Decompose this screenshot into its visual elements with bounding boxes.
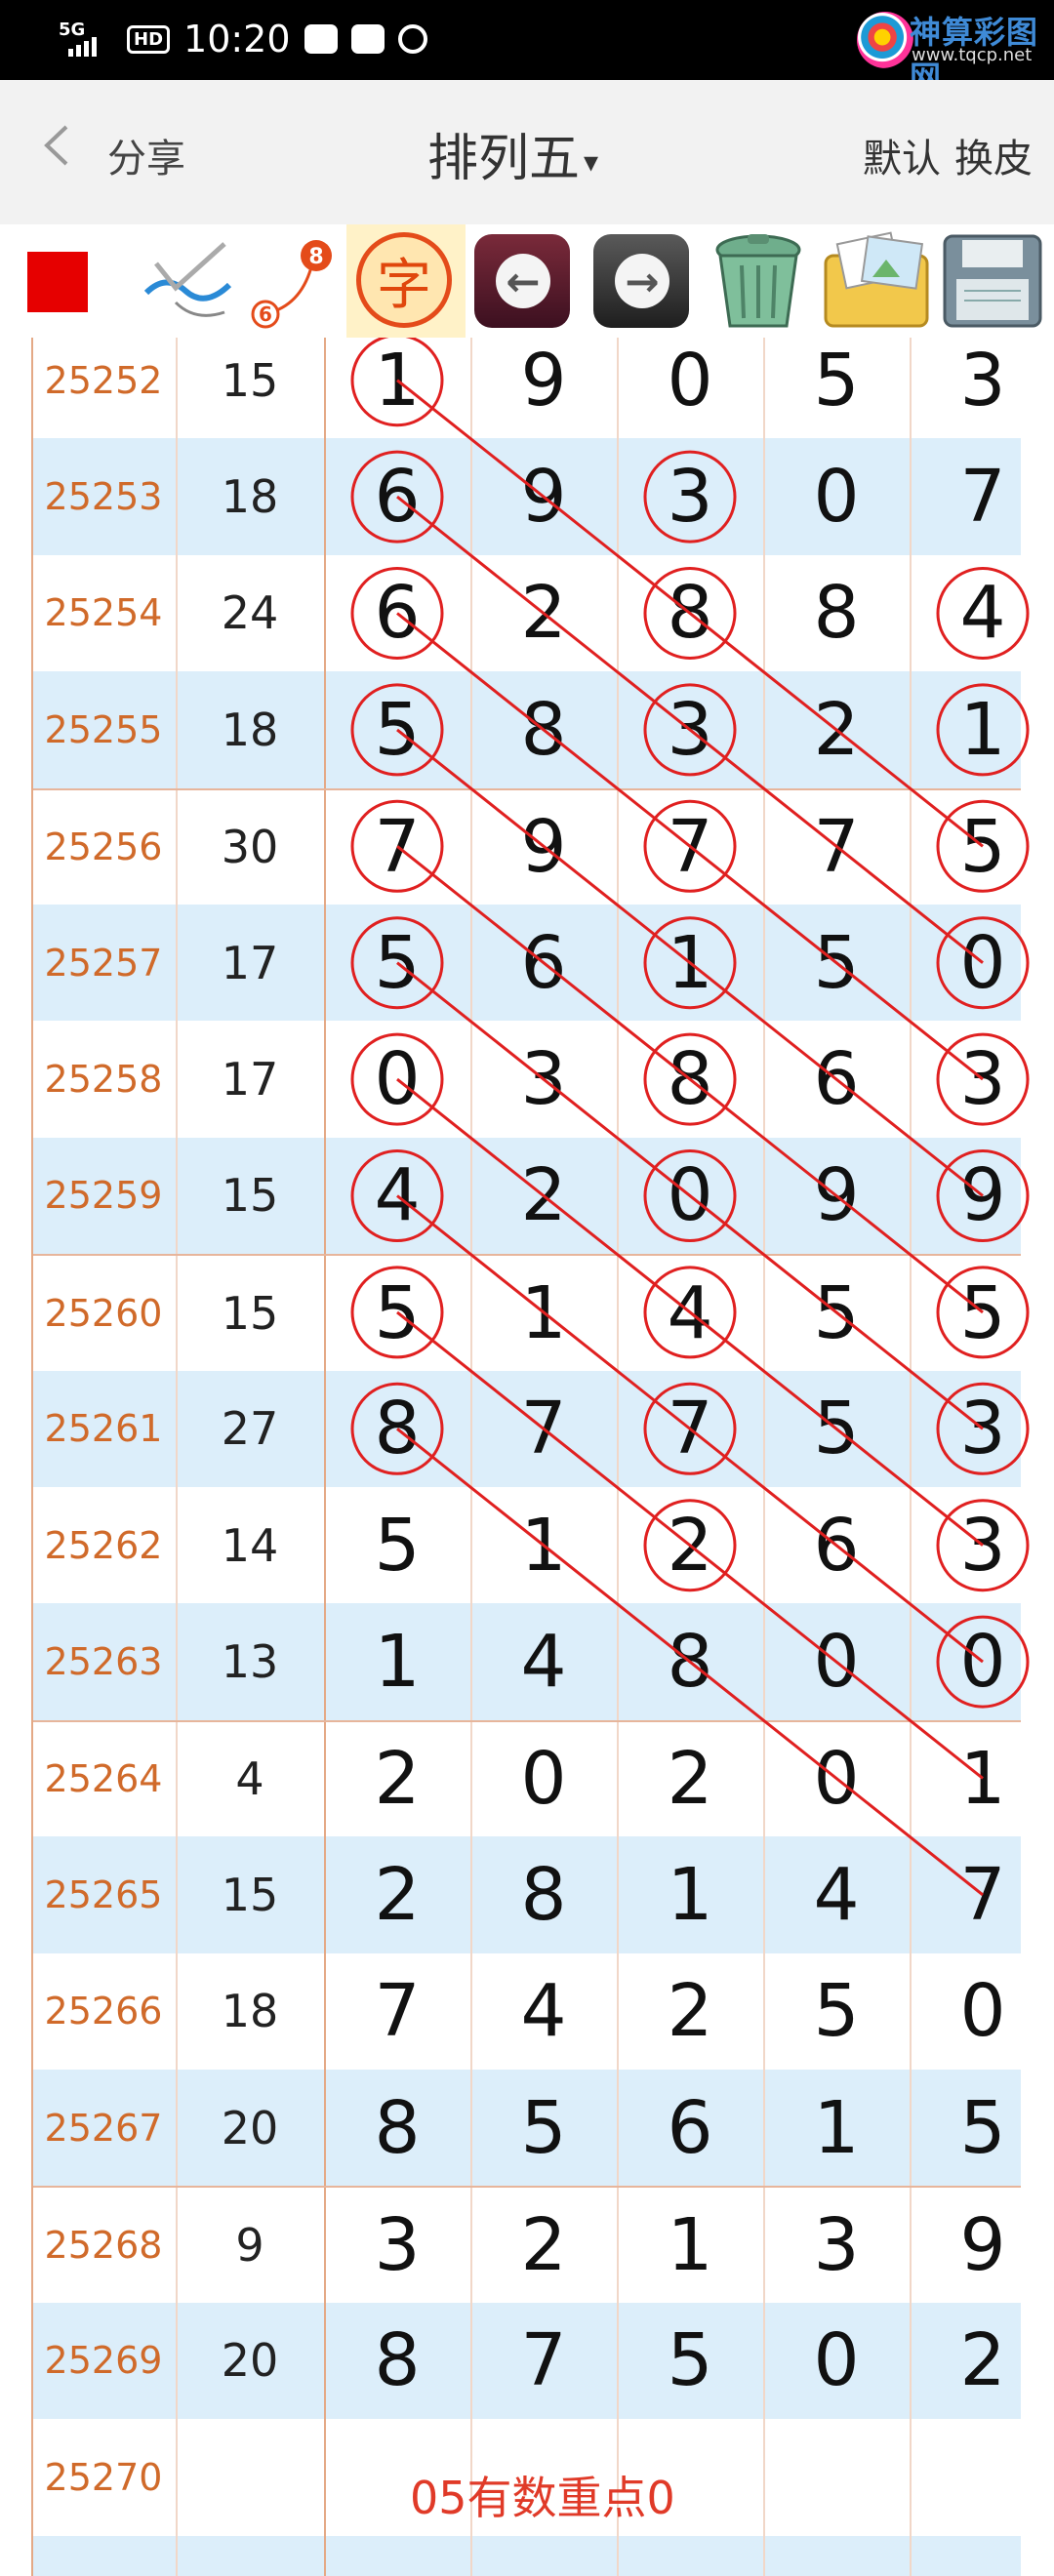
watermark: 神算彩图网 www.tqcp.net — [849, 6, 1044, 96]
zi-icon: 字 — [356, 232, 452, 328]
circle-mark — [643, 450, 737, 543]
mail-icon — [304, 24, 338, 54]
watermark-logo-icon — [857, 12, 913, 68]
prev-arrow-icon: ← — [496, 254, 550, 308]
badge-6: 6 — [259, 302, 272, 326]
dropdown-caret-icon: ▾ — [584, 144, 599, 180]
circle-mark — [936, 567, 1030, 660]
badge-8: 8 — [308, 245, 323, 269]
share-button[interactable]: 分享 — [107, 127, 185, 183]
change-skin-button[interactable]: 换皮 — [954, 127, 1033, 183]
app-header: 分享 排列五 ▾ 默认 换皮 — [0, 80, 1054, 224]
circle-mark — [936, 683, 1030, 777]
game-selector[interactable]: 排列五 ▾ — [427, 117, 598, 190]
results-table: 2525215190532525318693072525424628842525… — [0, 338, 1054, 2576]
highlight-note: 05有数重点0 — [410, 2472, 675, 2524]
save-disk-icon[interactable] — [939, 230, 1046, 332]
mail-icon-2 — [350, 24, 385, 54]
signal-icon: 5G — [59, 20, 113, 59]
diagonal-line — [396, 1194, 984, 1664]
photo-icon[interactable] — [818, 230, 935, 332]
clock: 10:20 — [183, 18, 291, 60]
six-eight-icon[interactable]: 6 8 — [244, 234, 342, 332]
prev-button[interactable]: ← — [474, 234, 570, 328]
diagonal-line — [396, 728, 984, 1197]
circle-mark — [350, 450, 444, 543]
circle-mark — [350, 916, 444, 1010]
status-bar: 5G HD 10:20 神算彩图网 www.tqcp.net — [0, 0, 1054, 96]
diagonal-line — [396, 1428, 984, 1897]
watermark-url: www.tqcp.net — [912, 45, 1033, 65]
diagonal-line — [396, 379, 984, 848]
back-chevron-icon[interactable] — [37, 125, 78, 166]
diagonal-line — [396, 845, 984, 1314]
sync-icon — [397, 24, 427, 54]
wave-check-icon[interactable] — [137, 234, 244, 328]
pattern-overlay — [350, 338, 1030, 1897]
page-title: 排列五 — [427, 130, 581, 188]
diagonal-line — [396, 495, 984, 964]
color-picker-button[interactable] — [27, 252, 88, 312]
text-mode-button[interactable]: 字 — [346, 224, 466, 338]
trash-icon[interactable] — [705, 230, 812, 332]
toolbar: 6 8 字 ← → — [0, 224, 1054, 338]
diagonal-line — [396, 1310, 984, 1780]
next-button[interactable]: → — [593, 234, 689, 328]
hd-badge: HD — [127, 24, 171, 54]
diagonal-line — [396, 612, 984, 1081]
diagonal-line — [396, 1077, 984, 1547]
diagonal-line — [396, 961, 984, 1430]
default-button[interactable]: 默认 — [863, 127, 941, 183]
next-arrow-icon: → — [615, 254, 669, 308]
